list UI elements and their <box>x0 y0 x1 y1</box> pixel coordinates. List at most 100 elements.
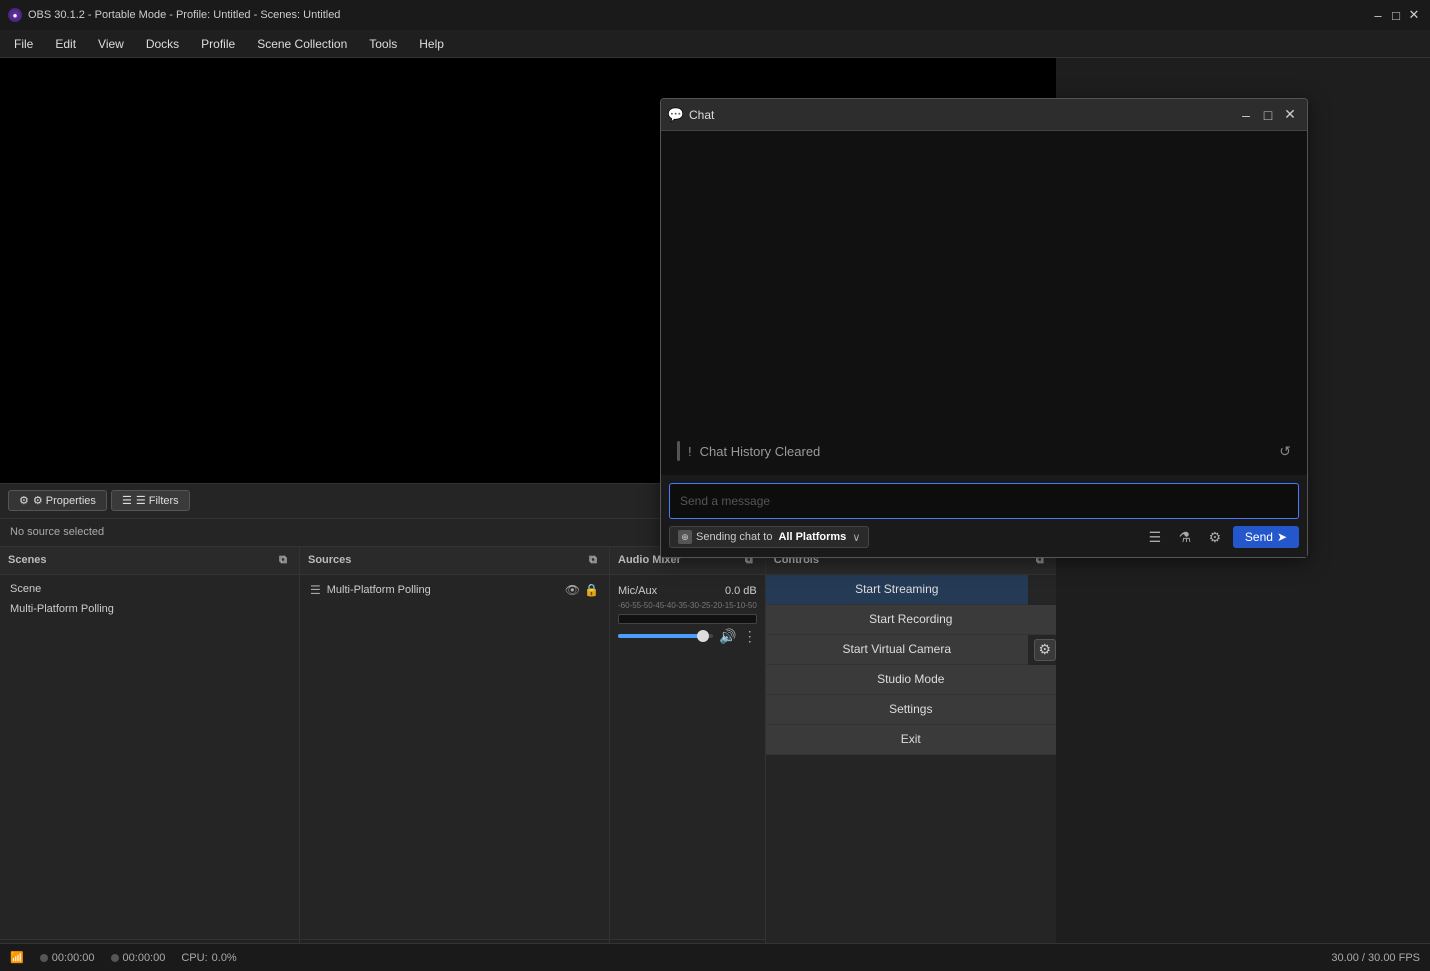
audio-more-button[interactable]: ⋮ <box>743 628 757 645</box>
bottom-status-bar: 📶 00:00:00 00:00:00 CPU: 0.0% 30.00 / 30… <box>0 943 1430 971</box>
title-bar-text: OBS 30.1.2 - Portable Mode - Profile: Un… <box>28 9 340 21</box>
sources-panel: Sources ⧉ ☰ Multi-Platform Polling 👁 🔒 + <box>300 547 610 971</box>
start-virtual-camera-button[interactable]: Start Virtual Camera <box>766 635 1028 665</box>
studio-mode-label: Studio Mode <box>877 672 944 686</box>
chat-titlebar-controls: – □ ✕ <box>1237 106 1299 124</box>
menu-docks[interactable]: Docks <box>136 34 189 54</box>
menu-help[interactable]: Help <box>409 34 454 54</box>
menu-view[interactable]: View <box>88 34 134 54</box>
exclamation-icon: ! <box>688 444 692 459</box>
audio-track-mic: Mic/Aux 0.0 dB -60 -55 -50 -45 -40 -35 -… <box>610 579 765 651</box>
title-bar-controls: – □ ✕ <box>1370 7 1422 23</box>
source-list-icon: ☰ <box>310 583 321 597</box>
scenes-list: Scene Multi-Platform Polling <box>0 575 299 940</box>
audio-meter-labels: -60 -55 -50 -45 -40 -35 -30 -25 -20 -15 … <box>618 601 757 610</box>
chat-settings-button[interactable]: ⚙ <box>1203 525 1227 549</box>
chat-cleared-text: Chat History Cleared <box>700 444 821 459</box>
virtual-camera-settings-button[interactable]: ⚙ <box>1034 639 1056 661</box>
chat-list-button[interactable]: ☰ <box>1143 525 1167 549</box>
menu-tools[interactable]: Tools <box>359 34 407 54</box>
no-source-text: No source selected <box>10 526 104 538</box>
source-item-label: Multi-Platform Polling <box>327 584 431 596</box>
source-visibility-button[interactable]: 👁 <box>565 583 580 597</box>
signal-strength-indicator: 📶 <box>10 951 24 964</box>
gear-icon: ⚙ <box>19 494 29 507</box>
platform-chevron-icon: ∨ <box>852 531 860 544</box>
chat-footer: ⊕ Sending chat to All Platforms ∨ ☰ ⚗ ⚙ … <box>661 475 1307 557</box>
chat-refresh-icon[interactable]: ↺ <box>1279 443 1291 460</box>
start-streaming-button[interactable]: Start Streaming <box>766 575 1028 605</box>
menu-edit[interactable]: Edit <box>45 34 86 54</box>
source-controls: 👁 🔒 <box>565 583 599 597</box>
recording-dot <box>111 954 119 962</box>
audio-track-controls: 🔊 ⋮ <box>618 628 757 645</box>
close-button[interactable]: ✕ <box>1406 7 1422 23</box>
fps-value: 30.00 / 30.00 FPS <box>1331 952 1420 964</box>
chat-close-button[interactable]: ✕ <box>1281 106 1299 124</box>
filters-icon: ☰ <box>122 494 132 507</box>
exit-button[interactable]: Exit <box>766 725 1056 755</box>
controls-panel: Controls ⧉ Start Streaming Start Recordi… <box>766 547 1056 971</box>
audio-track-header: Mic/Aux 0.0 dB <box>618 585 757 597</box>
minimize-button[interactable]: – <box>1370 7 1386 23</box>
audio-mute-button[interactable]: 🔊 <box>719 628 736 645</box>
studio-mode-button[interactable]: Studio Mode <box>766 665 1056 695</box>
settings-button[interactable]: Settings <box>766 695 1056 725</box>
audio-slider-thumb <box>697 630 709 642</box>
chat-message-input[interactable] <box>669 483 1299 519</box>
scenes-panel-icon[interactable]: ⧉ <box>275 552 291 568</box>
menu-file[interactable]: File <box>4 34 43 54</box>
send-label: Send <box>1245 530 1273 544</box>
properties-button[interactable]: ⚙ ⚙ Properties <box>8 490 107 511</box>
source-lock-button[interactable]: 🔒 <box>584 583 599 597</box>
start-streaming-row: Start Streaming <box>766 575 1056 605</box>
chat-titlebar-left: 💬 Chat <box>669 108 714 122</box>
chat-toolbar: ⊕ Sending chat to All Platforms ∨ ☰ ⚗ ⚙ … <box>669 525 1299 549</box>
start-recording-button[interactable]: Start Recording <box>766 605 1056 635</box>
stream-time: 00:00:00 <box>52 952 95 964</box>
audio-slider-fill <box>618 634 699 638</box>
source-item-multiplatform[interactable]: ☰ Multi-Platform Polling 👁 🔒 <box>300 579 609 601</box>
audio-track-name: Mic/Aux <box>618 585 657 597</box>
settings-label: Settings <box>889 702 932 716</box>
chat-body: ! Chat History Cleared ↺ <box>661 131 1307 475</box>
menu-bar: File Edit View Docks Profile Scene Colle… <box>0 30 1430 58</box>
sources-list: ☰ Multi-Platform Polling 👁 🔒 <box>300 575 609 940</box>
exit-label: Exit <box>901 732 921 746</box>
chat-platform-selector[interactable]: ⊕ Sending chat to All Platforms ∨ <box>669 526 869 548</box>
start-streaming-label: Start Streaming <box>855 582 938 596</box>
title-bar-left: ● OBS 30.1.2 - Portable Mode - Profile: … <box>8 8 340 22</box>
chat-filter-button[interactable]: ⚗ <box>1173 525 1197 549</box>
chat-cleared-bar <box>677 441 680 461</box>
menu-profile[interactable]: Profile <box>191 34 245 54</box>
maximize-button[interactable]: □ <box>1388 7 1404 23</box>
chat-actions: ☰ ⚗ ⚙ Send ➤ <box>1143 525 1299 549</box>
chat-window: 💬 Chat – □ ✕ ! Chat History Cleared ↺ ⊕ … <box>660 98 1308 558</box>
scenes-panel: Scenes ⧉ Scene Multi-Platform Polling + … <box>0 547 300 971</box>
audio-mixer-panel: Audio Mixer ⧉ Mic/Aux 0.0 dB -60 -55 -50 <box>610 547 766 971</box>
signal-icon: 📶 <box>10 951 24 964</box>
sources-panel-title: Sources <box>308 554 351 566</box>
audio-meter <box>618 614 757 624</box>
start-virtual-camera-row: Start Virtual Camera ⚙ <box>766 635 1056 665</box>
filters-button[interactable]: ☰ ☰ Filters <box>111 490 190 511</box>
platform-icon: ⊕ <box>678 530 692 544</box>
recording-time-indicator: 00:00:00 <box>111 952 166 964</box>
chat-history-cleared-message: ! Chat History Cleared ↺ <box>669 435 1299 467</box>
scene-item-multiplatform[interactable]: Multi-Platform Polling <box>0 599 299 619</box>
chat-title: Chat <box>689 108 714 122</box>
scenes-panel-title: Scenes <box>8 554 47 566</box>
sources-panel-header: Sources ⧉ <box>300 547 609 575</box>
send-icon: ➤ <box>1277 530 1287 544</box>
chat-minimize-button[interactable]: – <box>1237 106 1255 124</box>
stream-dot <box>40 954 48 962</box>
stream-time-indicator: 00:00:00 <box>40 952 95 964</box>
send-button[interactable]: Send ➤ <box>1233 526 1299 548</box>
scene-item-scene[interactable]: Scene <box>0 579 299 599</box>
audio-volume-slider[interactable] <box>618 634 713 638</box>
sources-panel-icon[interactable]: ⧉ <box>585 552 601 568</box>
menu-scene-collection[interactable]: Scene Collection <box>247 34 357 54</box>
chat-maximize-button[interactable]: □ <box>1259 106 1277 124</box>
fps-indicator: 30.00 / 30.00 FPS <box>1331 952 1420 964</box>
controls-buttons-list: Start Streaming Start Recording Start Vi… <box>766 575 1056 971</box>
